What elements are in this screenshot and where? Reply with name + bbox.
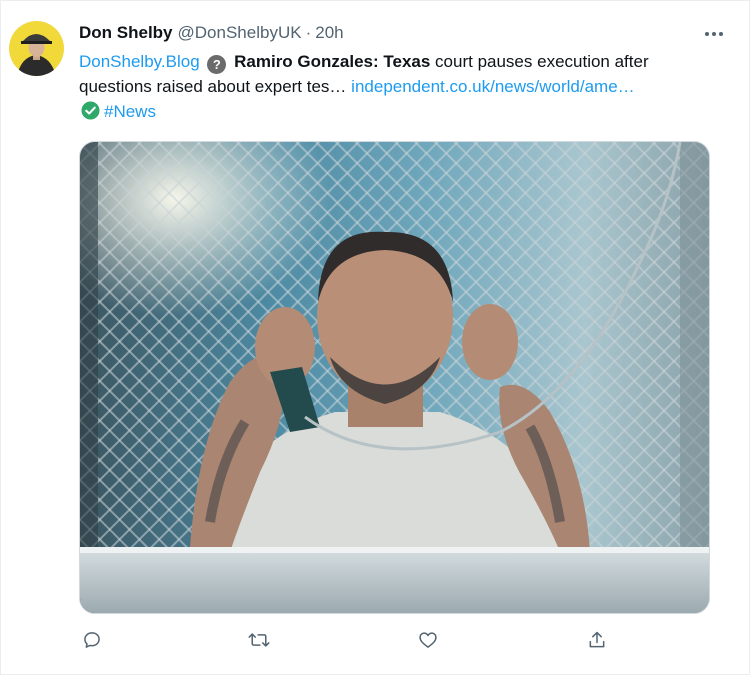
user-handle[interactable]: @DonShelbyUK	[178, 23, 302, 43]
tweet-card[interactable]: Don Shelby @DonShelbyUK · 20h DonShelby.…	[0, 0, 750, 675]
headline-continued: questions raised about expert tes…	[79, 77, 352, 96]
tweet-text-line-3: #News	[79, 99, 719, 124]
reply-icon	[82, 630, 102, 655]
retweet-button[interactable]	[246, 629, 272, 655]
like-button[interactable]	[415, 629, 441, 655]
question-mark-icon: ?	[207, 55, 227, 74]
share-button[interactable]	[584, 629, 610, 655]
retweet-icon	[248, 630, 270, 655]
timestamp[interactable]: 20h	[315, 23, 343, 43]
display-name[interactable]: Don Shelby	[79, 23, 173, 43]
check-circle-icon	[81, 101, 100, 120]
tweet-photo[interactable]	[79, 141, 710, 614]
separator-dot: ·	[305, 23, 312, 42]
share-icon	[587, 630, 607, 655]
more-horizontal-icon	[704, 24, 724, 42]
reply-button[interactable]	[79, 629, 105, 655]
tweet-text: DonShelby.Blog ? Ramiro Gonzales: Texas …	[79, 49, 719, 124]
article-url-link[interactable]: independent.co.uk/news/world/ame…	[351, 77, 635, 96]
headline-rest: court pauses execution after	[430, 52, 649, 71]
headline-bold: Ramiro Gonzales: Texas	[234, 52, 431, 71]
tweet-header: Don Shelby @DonShelbyUK · 20h	[79, 21, 344, 45]
tweet-actions	[79, 629, 639, 655]
more-options-button[interactable]	[701, 23, 727, 43]
source-link[interactable]: DonShelby.Blog	[79, 52, 200, 71]
avatar[interactable]	[9, 21, 64, 76]
heart-icon	[418, 630, 438, 655]
hashtag-link[interactable]: #News	[104, 102, 156, 121]
tweet-text-line-2: questions raised about expert tes… indep…	[79, 74, 719, 99]
tweet-text-line-1: DonShelby.Blog ? Ramiro Gonzales: Texas …	[79, 49, 719, 74]
